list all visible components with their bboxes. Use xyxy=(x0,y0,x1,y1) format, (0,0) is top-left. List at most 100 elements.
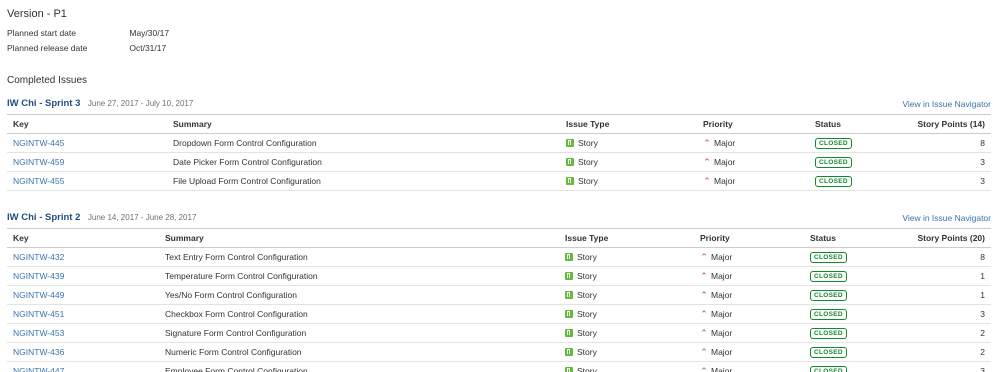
priority-label: Major xyxy=(714,137,736,148)
priority-cell: ⌃​ Major xyxy=(694,361,804,372)
issue-key-cell: NGINTW-436 xyxy=(7,342,159,362)
completed-issues-heading: Completed Issues xyxy=(7,75,88,86)
issue-key-cell: NGINTW-451 xyxy=(7,304,159,324)
story-points: 2 xyxy=(899,342,991,362)
story-icon xyxy=(566,177,574,185)
view-in-issue-navigator-link[interactable]: View in Issue Navigator xyxy=(902,99,991,109)
planned-start-row: Planned start date May/30/17 xyxy=(7,28,169,38)
issue-type-cell: Story xyxy=(559,304,694,324)
planned-release-row: Planned release date Oct/31/17 xyxy=(7,43,166,53)
table-row: NGINTW-449 Yes/No Form Control Configurat… xyxy=(7,285,991,305)
issue-key-link[interactable]: NGINTW-459 xyxy=(13,157,64,167)
sprint-dates: June 27, 2017 - July 10, 2017 xyxy=(87,99,194,108)
status-badge: CLOSED xyxy=(815,138,852,149)
status-cell: CLOSED xyxy=(809,171,899,191)
column-header-summary[interactable]: Summary xyxy=(159,228,559,248)
issue-key-link[interactable]: NGINTW-439 xyxy=(13,271,64,281)
issue-key-cell: NGINTW-449 xyxy=(7,285,159,305)
priority-major-icon: ⌃​ xyxy=(703,175,711,186)
issue-key-link[interactable]: NGINTW-449 xyxy=(13,290,64,300)
table-header-row: Key Summary Issue Type Priority Status S… xyxy=(7,114,991,134)
issue-key-link[interactable]: NGINTW-436 xyxy=(13,347,64,357)
issue-summary: Employee Form Control Configuration xyxy=(159,361,559,372)
table-row: NGINTW-455 File Upload Form Control Confi… xyxy=(7,171,991,191)
column-header-key[interactable]: Key xyxy=(7,228,159,248)
status-badge: CLOSED xyxy=(815,157,852,168)
version-title: Version - P1 xyxy=(7,8,67,20)
column-header-issue-type[interactable]: Issue Type xyxy=(559,228,694,248)
table-row: NGINTW-459 Date Picker Form Control Confi… xyxy=(7,152,991,172)
issue-key-link[interactable]: NGINTW-447 xyxy=(13,366,64,372)
issue-type-cell: Story xyxy=(559,342,694,362)
issue-key-cell: NGINTW-439 xyxy=(7,266,159,286)
priority-major-icon: ⌃​ xyxy=(700,327,708,338)
issue-type-cell: Story xyxy=(560,133,697,153)
column-header-story-points[interactable]: Story Points (14) xyxy=(899,114,991,134)
issue-type-label: Story xyxy=(578,157,598,167)
issue-key-link[interactable]: NGINTW-455 xyxy=(13,176,64,186)
priority-major-icon: ⌃​ xyxy=(700,365,708,372)
priority-label: Major xyxy=(714,175,736,186)
planned-release-value: Oct/31/17 xyxy=(129,43,167,53)
priority-cell: ⌃​ Major xyxy=(697,152,809,172)
story-points: 8 xyxy=(899,133,991,153)
status-cell: CLOSED xyxy=(804,266,899,286)
column-header-issue-type[interactable]: Issue Type xyxy=(560,114,697,134)
status-badge: CLOSED xyxy=(815,176,852,187)
status-badge: CLOSED xyxy=(810,252,847,263)
issue-key-cell: NGINTW-432 xyxy=(7,247,159,267)
priority-major-icon: ⌃​ xyxy=(700,251,708,262)
issue-key-link[interactable]: NGINTW-453 xyxy=(13,328,64,338)
issue-type-cell: Story xyxy=(559,247,694,267)
sprint-name[interactable]: IW Chi - Sprint 2 xyxy=(7,212,80,223)
sprint-section: IW Chi - Sprint 2 June 14, 2017 - June 2… xyxy=(7,212,991,372)
issue-key-link[interactable]: NGINTW-432 xyxy=(13,252,64,262)
column-header-priority[interactable]: Priority xyxy=(697,114,809,134)
story-points: 3 xyxy=(899,152,991,172)
issue-summary: Text Entry Form Control Configuration xyxy=(159,247,559,267)
table-row: NGINTW-451 Checkbox Form Control Configur… xyxy=(7,304,991,324)
issue-type-label: Story xyxy=(577,328,597,338)
issue-type-label: Story xyxy=(578,138,598,148)
priority-major-icon: ⌃​ xyxy=(703,156,711,167)
issue-key-link[interactable]: NGINTW-445 xyxy=(13,138,64,148)
status-badge: CLOSED xyxy=(810,290,847,301)
priority-major-icon: ⌃​ xyxy=(700,289,708,300)
table-header-row: Key Summary Issue Type Priority Status S… xyxy=(7,228,991,248)
priority-cell: ⌃​ Major xyxy=(694,323,804,343)
status-cell: CLOSED xyxy=(804,323,899,343)
priority-cell: ⌃​ Major xyxy=(694,266,804,286)
status-cell: CLOSED xyxy=(804,342,899,362)
story-icon xyxy=(565,253,573,261)
status-cell: CLOSED xyxy=(804,247,899,267)
column-header-status[interactable]: Status xyxy=(809,114,899,134)
sprint-header: IW Chi - Sprint 2 June 14, 2017 - June 2… xyxy=(7,212,991,226)
story-icon xyxy=(565,310,573,318)
status-cell: CLOSED xyxy=(804,361,899,372)
table-row: NGINTW-453 Signature Form Control Configu… xyxy=(7,323,991,343)
table-row: NGINTW-432 Text Entry Form Control Config… xyxy=(7,247,991,267)
story-points: 1 xyxy=(899,266,991,286)
issue-type-cell: Story xyxy=(559,361,694,372)
story-icon xyxy=(566,158,574,166)
issue-key-cell: NGINTW-447 xyxy=(7,361,159,372)
column-header-story-points[interactable]: Story Points (20) xyxy=(899,228,991,248)
issue-type-cell: Story xyxy=(559,323,694,343)
column-header-key[interactable]: Key xyxy=(7,114,167,134)
issue-key-cell: NGINTW-445 xyxy=(7,133,167,153)
column-header-priority[interactable]: Priority xyxy=(694,228,804,248)
issues-table-body: NGINTW-445 Dropdown Form Control Configur… xyxy=(7,133,991,191)
priority-cell: ⌃​ Major xyxy=(697,171,809,191)
issue-type-label: Story xyxy=(577,309,597,319)
story-points: 1 xyxy=(899,285,991,305)
status-badge: CLOSED xyxy=(810,347,847,358)
issue-key-link[interactable]: NGINTW-451 xyxy=(13,309,64,319)
column-header-status[interactable]: Status xyxy=(804,228,899,248)
sprint-name[interactable]: IW Chi - Sprint 3 xyxy=(7,98,80,109)
issues-table: Key Summary Issue Type Priority Status S… xyxy=(7,228,991,372)
column-header-summary[interactable]: Summary xyxy=(167,114,560,134)
table-row: NGINTW-439 Temperature Form Control Confi… xyxy=(7,266,991,286)
status-cell: CLOSED xyxy=(804,304,899,324)
view-in-issue-navigator-link[interactable]: View in Issue Navigator xyxy=(902,213,991,223)
planned-release-label: Planned release date xyxy=(7,43,88,53)
